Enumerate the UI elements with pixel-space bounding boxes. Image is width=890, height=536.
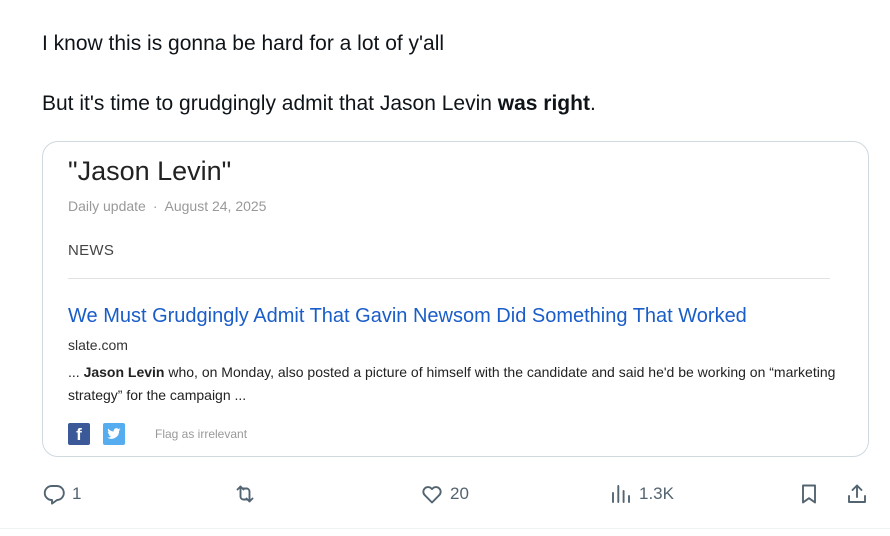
alert-title: "Jason Levin" [68,156,232,186]
reply-button[interactable]: 1 [42,476,81,512]
reply-icon [43,485,65,505]
tweet-line-2-suffix: . [589,92,596,115]
views-button[interactable]: 1.3K [609,476,674,512]
like-count: 20 [450,484,469,503]
bottom-divider [0,528,890,529]
like-icon [422,486,442,504]
article-snippet: ... Jason Levin who, on Monday, also pos… [68,361,838,407]
views-count: 1.3K [639,484,674,503]
twitter-icon[interactable] [103,423,125,445]
flag-irrelevant-link[interactable]: Flag as irrelevant [155,427,247,441]
alert-date: August 24, 2025 [164,198,267,214]
repost-icon [236,485,254,503]
bookmark-icon [802,484,816,504]
snippet-rest: who, on Monday, also posted a picture of… [68,364,836,403]
snippet-prefix: ... [68,364,84,380]
tweet-action-bar: 1 20 1.3K [0,476,890,516]
reply-count: 1 [72,484,82,503]
like-button[interactable]: 20 [420,476,469,512]
tweet-line-2-bold: was right [497,92,590,115]
alert-frequency: Daily update [68,198,146,214]
article-headline-link[interactable]: We Must Grudgingly Admit That Gavin News… [68,305,747,328]
alert-meta: Daily update · August 24, 2025 [68,198,266,214]
section-divider [68,278,830,279]
snippet-bold: Jason Levin [83,364,165,380]
share-icon [848,484,866,503]
share-button[interactable] [845,476,869,512]
repost-button[interactable] [233,476,263,512]
tweet-line-1: I know this is gonna be hard for a lot o… [42,32,445,55]
meta-separator: · [152,198,158,214]
tweet-line-2: But it's time to grudgingly admit that J… [42,90,596,118]
article-source: slate.com [68,337,128,353]
bookmark-button[interactable] [797,476,821,512]
google-alert-card[interactable]: "Jason Levin" Daily update · August 24, 20… [42,141,869,457]
views-icon [612,485,630,503]
section-label: NEWS [68,242,115,259]
facebook-icon[interactable]: f [68,423,90,445]
tweet-line-2-prefix: But it's time to grudgingly admit that J… [42,92,498,115]
